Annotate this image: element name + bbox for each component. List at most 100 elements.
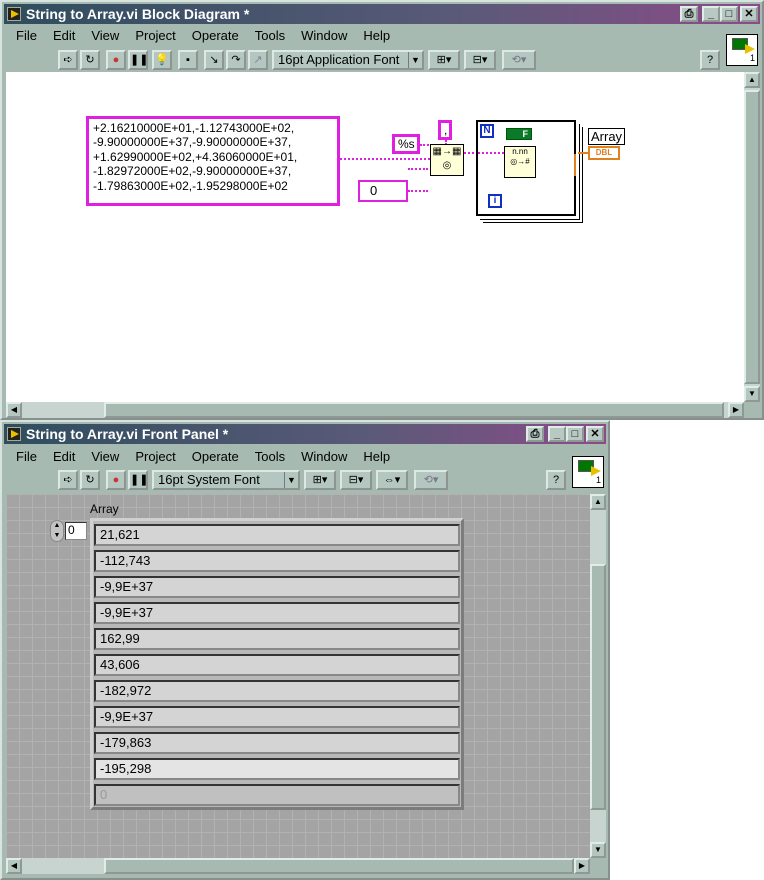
step-over-button[interactable]: ↷ — [226, 50, 246, 70]
run-continuously-button[interactable]: ↻ — [80, 470, 100, 490]
index-display[interactable]: ▲ ▼ 0 — [50, 520, 88, 542]
vi-icon[interactable]: 1 — [726, 34, 758, 66]
pause-button[interactable]: ❚❚ — [128, 470, 148, 490]
distribute-objects-button[interactable]: ⊟▾ — [464, 50, 496, 70]
align-objects-button[interactable]: ⊞▾ — [304, 470, 336, 490]
menu-edit[interactable]: Edit — [45, 27, 83, 45]
vi-icon-number: 1 — [749, 53, 755, 63]
run-continuously-button[interactable]: ↻ — [80, 50, 100, 70]
align-objects-button[interactable]: ⊞▾ — [428, 50, 460, 70]
horizontal-scrollbar[interactable]: ◀ ▶ — [6, 858, 590, 874]
menu-operate[interactable]: Operate — [184, 448, 247, 466]
menu-operate[interactable]: Operate — [184, 27, 247, 45]
scroll-right-arrow[interactable]: ▶ — [574, 858, 590, 874]
labview-icon — [7, 7, 21, 21]
index-input[interactable]: 0 — [65, 522, 87, 540]
menu-view[interactable]: View — [83, 448, 127, 466]
format-constant[interactable]: %s — [392, 134, 420, 154]
close-button[interactable]: ✕ — [740, 6, 758, 22]
help-icon: ? — [706, 54, 714, 66]
loop-count-terminal: N — [480, 124, 494, 138]
scroll-thumb[interactable] — [744, 90, 760, 384]
maximize-button[interactable]: □ — [720, 6, 738, 22]
menu-project[interactable]: Project — [127, 27, 183, 45]
menu-file[interactable]: File — [8, 448, 45, 466]
menu-window[interactable]: Window — [293, 448, 355, 466]
delimiter-constant[interactable]: , — [438, 120, 452, 140]
menu-project[interactable]: Project — [127, 448, 183, 466]
menu-tools[interactable]: Tools — [247, 27, 293, 45]
title-bar[interactable]: String to Array.vi Block Diagram * — [4, 4, 760, 24]
front-panel-canvas[interactable]: Array ▲ ▼ 0 21,621 -112,743 -9,9E+37 -9,9E+3… — [6, 494, 590, 858]
vertical-scrollbar[interactable]: ▲ ▼ — [744, 72, 760, 402]
menu-help[interactable]: Help — [355, 27, 398, 45]
menu-help[interactable]: Help — [355, 448, 398, 466]
font-select[interactable]: 16pt System Font ▼ — [152, 470, 300, 490]
scroll-left-arrow[interactable]: ◀ — [6, 402, 22, 418]
block-diagram-canvas[interactable]: +2.16210000E+01,-1.12743000E+02, -9.9000… — [6, 72, 744, 402]
index-stepper[interactable]: ▲ ▼ — [50, 520, 64, 542]
run-button[interactable]: ➪ — [58, 50, 78, 70]
scroll-up-arrow[interactable]: ▲ — [590, 494, 606, 510]
scroll-up-arrow[interactable]: ▲ — [744, 72, 760, 88]
scroll-thumb-h[interactable] — [104, 858, 574, 874]
font-select[interactable]: 16pt Application Font ▼ — [272, 50, 424, 70]
highlight-execution-button[interactable]: 💡 — [152, 50, 172, 70]
print-button[interactable]: ⎙ — [680, 6, 698, 22]
array-element[interactable]: -182,972 — [94, 680, 460, 702]
scroll-thumb-h[interactable] — [104, 402, 724, 418]
menu-tools[interactable]: Tools — [247, 448, 293, 466]
bool-constant[interactable]: F — [506, 128, 532, 140]
run-button[interactable]: ➪ — [58, 470, 78, 490]
window-title: String to Array.vi Front Panel * — [26, 426, 229, 442]
reorder-button[interactable]: ⟲▾ — [414, 470, 448, 490]
scroll-thumb[interactable] — [590, 564, 606, 810]
pause-button[interactable]: ❚❚ — [128, 50, 148, 70]
abort-button[interactable]: ● — [106, 470, 126, 490]
array-element[interactable]: 43,606 — [94, 654, 460, 676]
menu-window[interactable]: Window — [293, 27, 355, 45]
minimize-button[interactable]: _ — [702, 6, 720, 22]
for-loop[interactable]: N i F n.nn ◎→# — [476, 120, 576, 216]
retain-wire-values-button[interactable]: ▪ — [178, 50, 198, 70]
resize-objects-button[interactable]: ⇔▾ — [376, 470, 408, 490]
minimize-button[interactable]: _ — [548, 426, 566, 442]
print-button[interactable]: ⎙ — [526, 426, 544, 442]
spreadsheet-string-to-array-function[interactable]: ▦→▦ ◎ — [430, 144, 464, 176]
array-element[interactable]: 21,621 — [94, 524, 460, 546]
menu-edit[interactable]: Edit — [45, 448, 83, 466]
menu-file[interactable]: File — [8, 27, 45, 45]
step-out-button[interactable]: ↗ — [248, 50, 268, 70]
array-element[interactable]: -9,9E+37 — [94, 602, 460, 624]
abort-button[interactable]: ● — [106, 50, 126, 70]
scan-from-string-function[interactable]: n.nn ◎→# — [504, 146, 536, 178]
scroll-down-arrow[interactable]: ▼ — [744, 386, 760, 402]
step-into-button[interactable]: ↘ — [204, 50, 224, 70]
array-element[interactable]: 0 — [94, 784, 460, 806]
title-bar[interactable]: String to Array.vi Front Panel * — [4, 424, 606, 444]
array-indicator-terminal[interactable]: DBL — [588, 146, 620, 160]
output-wire — [536, 154, 576, 176]
string-constant[interactable]: +2.16210000E+01,-1.12743000E+02, -9.9000… — [86, 116, 340, 206]
array-element[interactable]: 162,99 — [94, 628, 460, 650]
context-help-button[interactable]: ? — [700, 50, 720, 70]
array-element[interactable]: -112,743 — [94, 550, 460, 572]
scroll-right-arrow[interactable]: ▶ — [728, 402, 744, 418]
offset-constant[interactable]: 0 — [358, 180, 408, 202]
distribute-objects-button[interactable]: ⊟▾ — [340, 470, 372, 490]
array-element[interactable]: -179,863 — [94, 732, 460, 754]
chevron-down-icon: ▼ — [408, 52, 422, 68]
menu-view[interactable]: View — [83, 27, 127, 45]
array-element[interactable]: -9,9E+37 — [94, 706, 460, 728]
array-element[interactable]: -9,9E+37 — [94, 576, 460, 598]
vi-icon[interactable]: 1 — [572, 456, 604, 488]
context-help-button[interactable]: ? — [546, 470, 566, 490]
scroll-left-arrow[interactable]: ◀ — [6, 858, 22, 874]
scroll-down-arrow[interactable]: ▼ — [590, 842, 606, 858]
vertical-scrollbar[interactable]: ▲ ▼ — [590, 494, 606, 858]
reorder-button[interactable]: ⟲▾ — [502, 50, 536, 70]
maximize-button[interactable]: □ — [566, 426, 584, 442]
array-element[interactable]: -195,298 — [94, 758, 460, 780]
close-button[interactable]: ✕ — [586, 426, 604, 442]
horizontal-scrollbar[interactable]: ◀ ▶ — [6, 402, 744, 418]
